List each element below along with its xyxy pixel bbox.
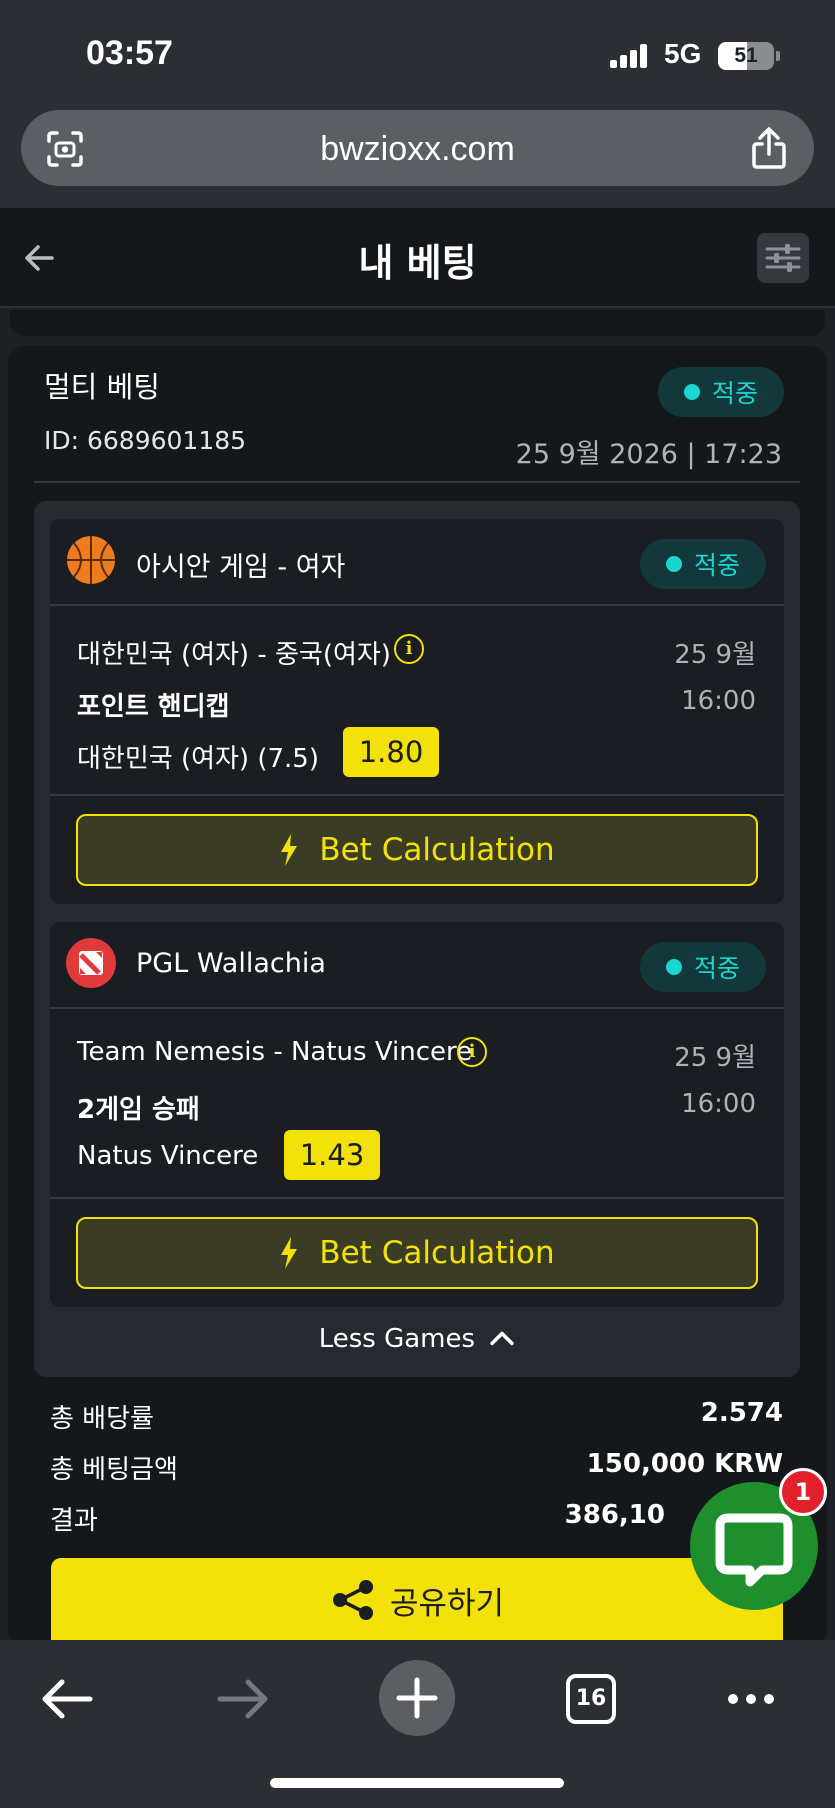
market-name: 포인트 핸디캡 (77, 692, 230, 722)
share-button[interactable]: 공유하기 (51, 1558, 783, 1642)
clock: 03:57 (86, 34, 173, 72)
status-text: 적중 (694, 954, 741, 983)
chat-notification-badge: 1 (779, 1468, 827, 1516)
plus-icon (396, 1677, 438, 1719)
battery-tip (776, 51, 780, 61)
share-icon[interactable] (750, 126, 788, 170)
info-icon[interactable]: i (394, 634, 424, 664)
summary-value: 150,000 KRW (586, 1449, 783, 1479)
divider (50, 1007, 784, 1009)
page-title: 내 베팅 (358, 241, 477, 285)
network-type: 5G (664, 38, 702, 69)
status-bar: 03:57 5G 51 (0, 0, 835, 105)
selection-name: Natus Vincere (77, 1141, 259, 1171)
odds-value: 1.80 (343, 727, 439, 777)
chevron-up-icon (490, 1331, 514, 1346)
lightning-icon (281, 834, 298, 866)
tab-count: 16 (575, 1686, 607, 1711)
bet-type-label: 멀티 베팅 (44, 370, 160, 404)
bet-calculation-button[interactable]: Bet Calculation (76, 814, 758, 886)
bet-calculation-label: Bet Calculation (319, 1235, 555, 1271)
info-icon[interactable]: i (457, 1037, 487, 1067)
home-indicator (270, 1778, 564, 1788)
summary-label: 총 베팅금액 (50, 1455, 178, 1485)
status-dot-icon (666, 556, 682, 572)
browser-url-bar: bwzioxx.com (0, 105, 835, 208)
previous-card-edge (10, 310, 825, 336)
league-name: PGL Wallachia (136, 948, 326, 979)
basketball-icon (67, 536, 115, 584)
selection-name: 대한민국 (여자) (7.5) (77, 744, 319, 774)
summary-label: 총 배당률 (50, 1404, 154, 1434)
game-card: PGL Wallachia 적중 Team Nemesis - Natus Vi… (50, 922, 784, 1307)
lightning-icon (281, 1237, 298, 1269)
status-badge: 적중 (640, 942, 767, 992)
game-card: 아시안 게임 - 여자 적중 대한민국 (여자) - 중국(여자) i 25 9… (50, 519, 784, 904)
status-badge: 적중 (658, 367, 785, 417)
match-name: Team Nemesis - Natus Vincere (77, 1037, 473, 1067)
divider (50, 604, 784, 606)
share-nodes-icon (332, 1580, 373, 1620)
match-name: 대한민국 (여자) - 중국(여자) (77, 640, 391, 670)
battery-level: 51 (734, 44, 758, 67)
match-time: 16:00 (681, 686, 756, 716)
url-text: bwzioxx.com (320, 130, 515, 168)
more-options-icon[interactable] (711, 1664, 791, 1734)
address-field[interactable]: bwzioxx.com (21, 110, 814, 186)
status-dot-icon (684, 384, 700, 400)
bet-calculation-button[interactable]: Bet Calculation (76, 1217, 758, 1289)
share-label: 공유하기 (389, 1585, 505, 1622)
new-tab-button[interactable] (379, 1660, 455, 1736)
less-games-label: Less Games (318, 1324, 476, 1354)
league-name: 아시안 게임 - 여자 (136, 552, 346, 583)
back-arrow-icon[interactable] (28, 1664, 108, 1734)
bet-calculation-label: Bet Calculation (319, 832, 555, 868)
bet-id: ID: 6689601185 (44, 426, 247, 455)
app-header: 내 베팅 (0, 208, 835, 308)
dota-logo-mark (79, 951, 103, 975)
divider (50, 1197, 784, 1199)
filter-button[interactable] (757, 233, 809, 283)
match-date: 25 9월 (674, 640, 756, 670)
tabs-button[interactable]: 16 (566, 1674, 616, 1724)
market-name: 2게임 승패 (77, 1095, 200, 1125)
match-time: 16:00 (681, 1089, 756, 1119)
summary-value: 386,10 (564, 1500, 665, 1530)
status-badge: 적중 (640, 539, 767, 589)
bet-datetime: 25 9월 2026 | 17:23 (515, 439, 782, 470)
status-text: 적중 (712, 379, 759, 408)
summary-value: 2.574 (700, 1398, 783, 1428)
signal-icon (610, 44, 650, 68)
divider (34, 481, 800, 483)
forward-arrow-icon[interactable] (202, 1664, 282, 1734)
divider (50, 794, 784, 796)
status-text: 적중 (694, 551, 741, 580)
summary-label: 결과 (50, 1506, 98, 1536)
battery-icon: 51 (718, 42, 774, 70)
odds-value: 1.43 (284, 1130, 380, 1180)
dota-icon (66, 938, 116, 988)
match-date: 25 9월 (674, 1043, 756, 1073)
status-dot-icon (666, 959, 682, 975)
less-games-toggle[interactable]: Less Games (34, 1324, 800, 1354)
sliders-icon (765, 244, 801, 272)
